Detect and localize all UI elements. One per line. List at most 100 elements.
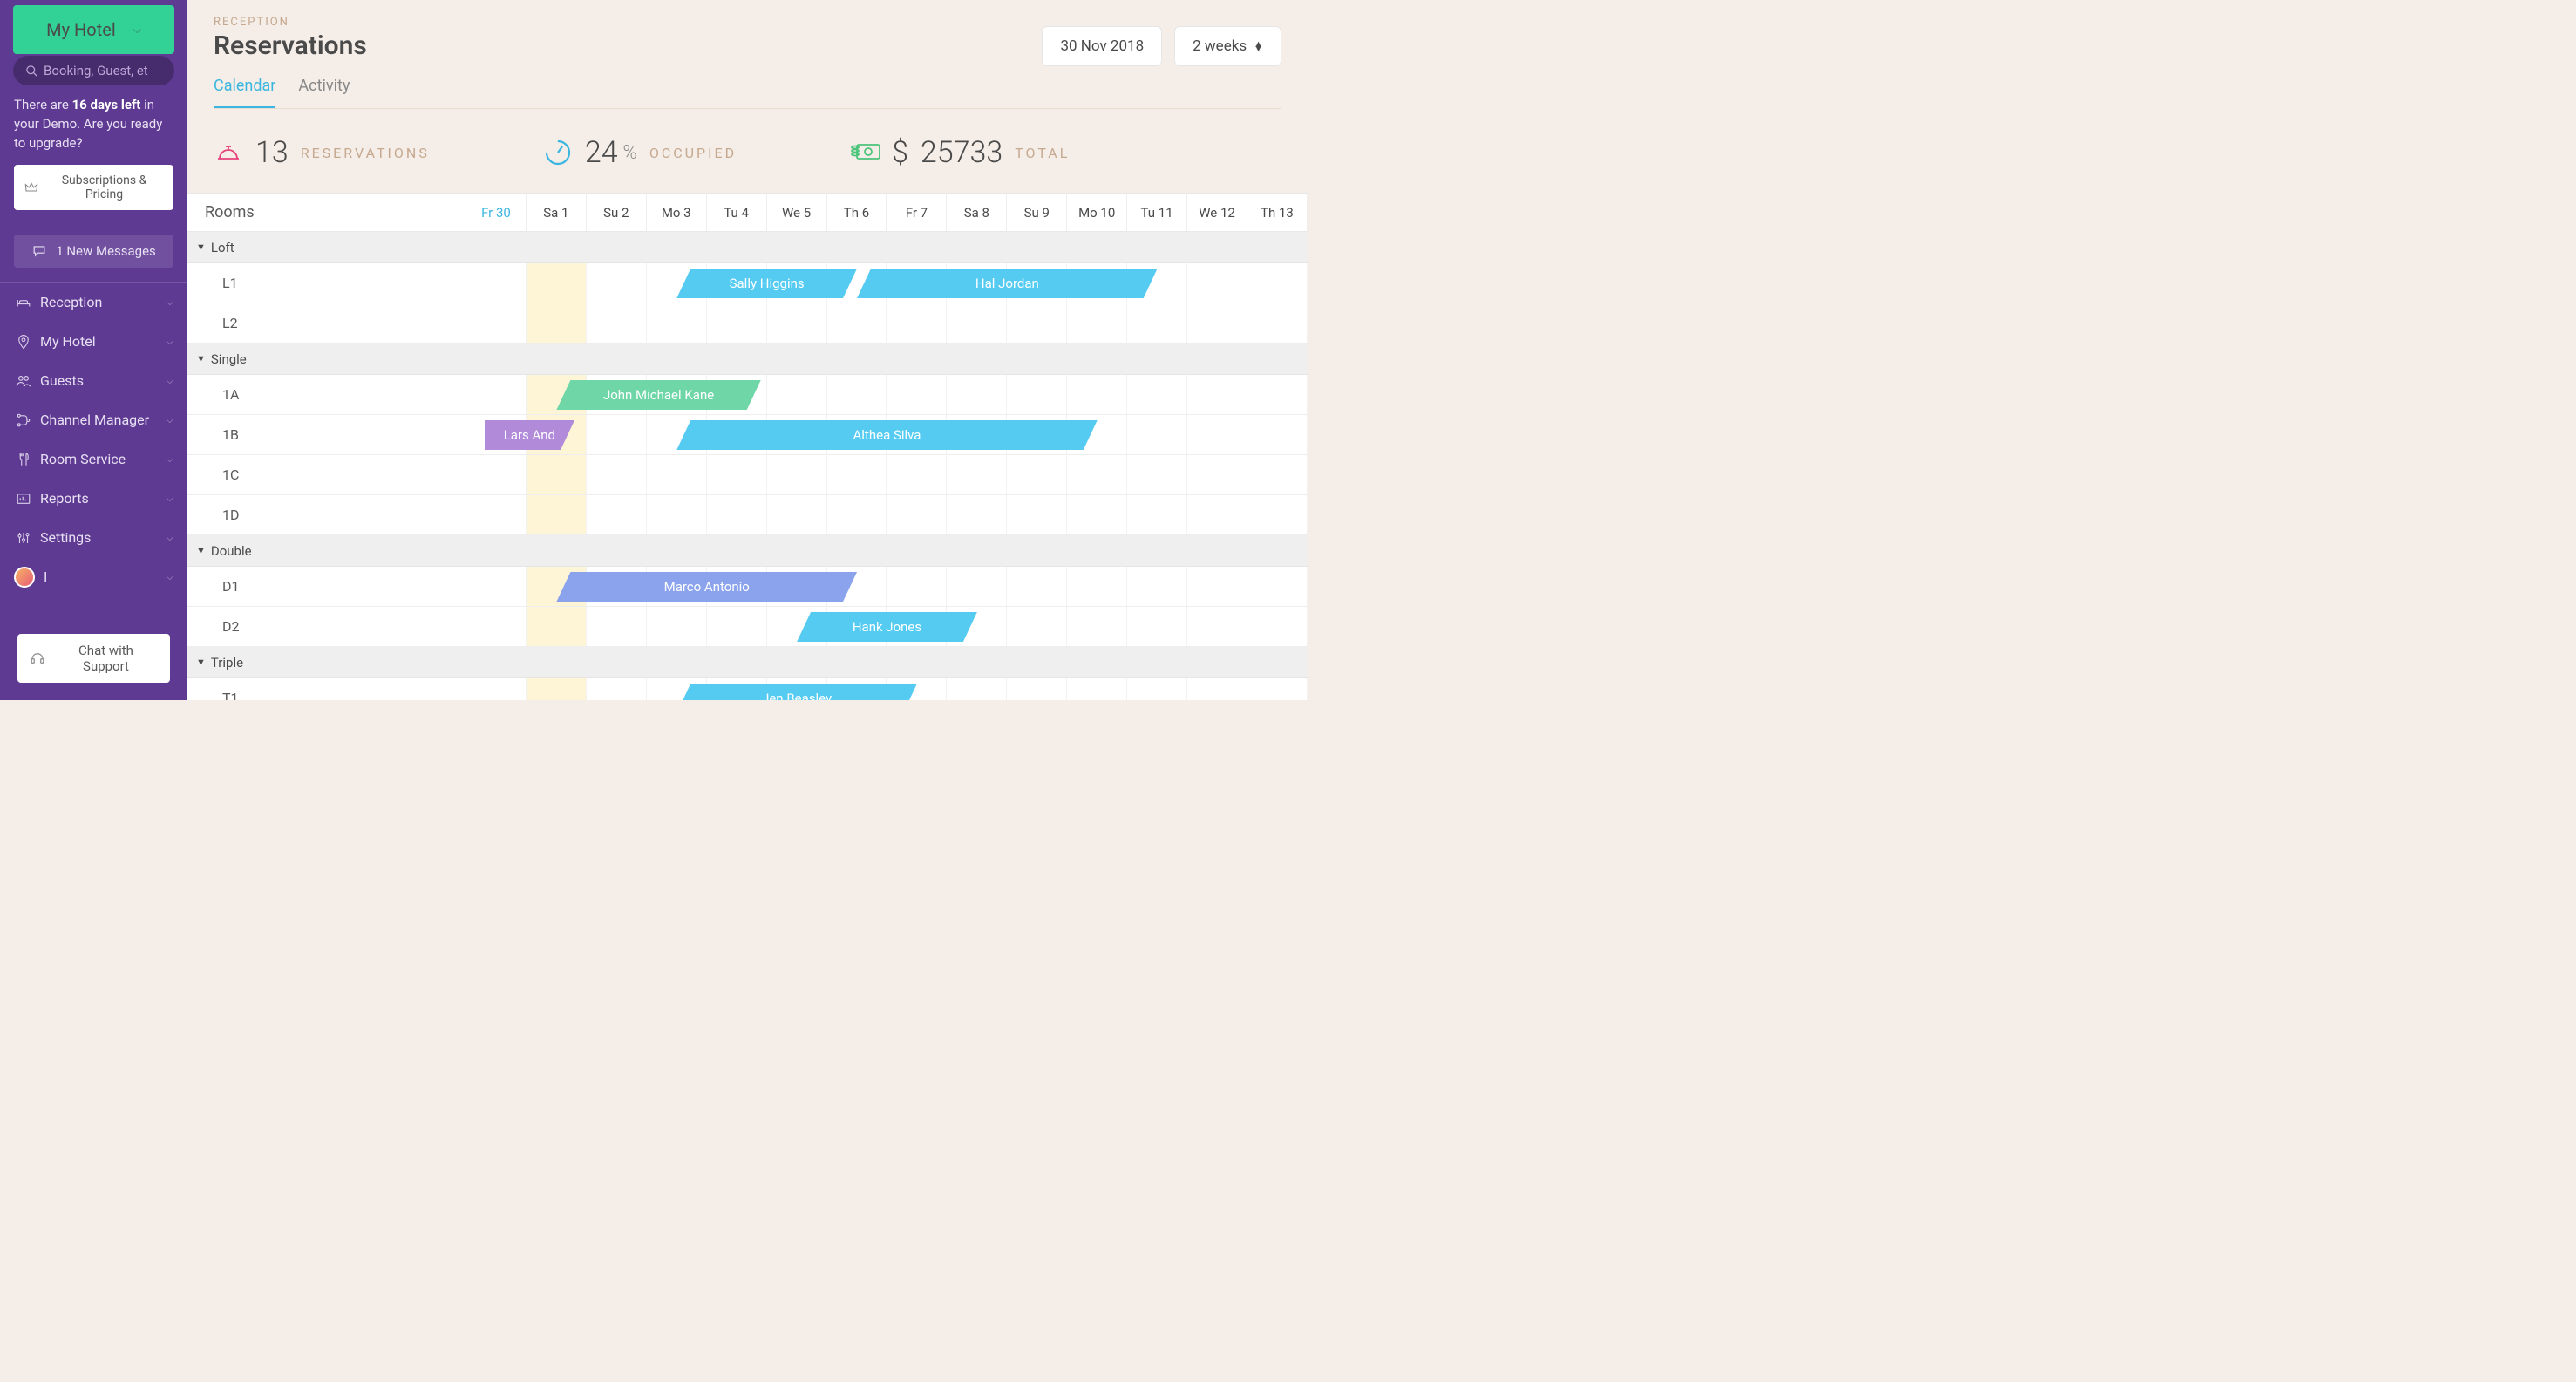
support-button[interactable]: Chat with Support [17,634,170,683]
day-header[interactable]: We 12 [1187,194,1247,231]
calendar-cell[interactable] [647,455,707,494]
calendar-cell[interactable] [1187,263,1247,303]
calendar-cell[interactable] [1247,567,1308,606]
calendar-cell[interactable] [1127,303,1187,343]
calendar-cell[interactable] [647,303,707,343]
calendar-cell[interactable] [947,495,1007,534]
hotel-switcher[interactable]: My Hotel ⌵ [13,5,174,54]
calendar-cell[interactable] [587,607,647,646]
calendar-cell[interactable] [1007,567,1067,606]
booking-bar[interactable]: John Michael Kane [556,380,760,410]
calendar-cell[interactable] [1127,455,1187,494]
calendar-cell[interactable] [1247,303,1308,343]
day-header[interactable]: Th 6 [827,194,887,231]
calendar-cell[interactable] [707,495,767,534]
room-group-row[interactable]: ▼Triple [187,647,1308,678]
date-picker[interactable]: 30 Nov 2018 [1042,26,1162,66]
calendar-cell[interactable] [587,263,647,303]
calendar-cell[interactable] [887,375,947,414]
calendar-cell[interactable] [1067,607,1127,646]
calendar-cell[interactable] [887,495,947,534]
subscriptions-button[interactable]: Subscriptions & Pricing [14,165,173,210]
calendar-cell[interactable] [1247,607,1308,646]
calendar-cell[interactable] [1127,678,1187,700]
day-header[interactable]: Mo 3 [647,194,707,231]
calendar-cell[interactable] [1007,375,1067,414]
calendar-cell[interactable] [587,303,647,343]
calendar-cell[interactable] [466,567,527,606]
day-header[interactable]: Tu 4 [707,194,767,231]
messages-button[interactable]: 1 New Messages [14,235,173,268]
calendar-cell[interactable] [527,607,587,646]
calendar-cell[interactable] [767,495,827,534]
calendar-cell[interactable] [767,375,827,414]
calendar-cell[interactable] [1187,415,1247,454]
nav-item-reports[interactable]: Reports⌵ [0,479,187,518]
calendar-cell[interactable] [1247,263,1308,303]
calendar-cell[interactable] [466,375,527,414]
calendar-cell[interactable] [1007,678,1067,700]
calendar-cell[interactable] [887,567,947,606]
booking-bar[interactable]: Hal Jordan [857,269,1158,298]
day-header[interactable]: Su 2 [587,194,647,231]
calendar-cell[interactable] [1247,678,1308,700]
calendar-cell[interactable] [887,303,947,343]
calendar-cell[interactable] [587,415,647,454]
calendar-cell[interactable] [1247,375,1308,414]
calendar-cell[interactable] [707,455,767,494]
room-group-row[interactable]: ▼Double [187,535,1308,567]
calendar-cell[interactable] [707,607,767,646]
calendar-cell[interactable] [527,455,587,494]
calendar-cell[interactable] [466,495,527,534]
calendar-cell[interactable] [587,495,647,534]
booking-bar[interactable]: Jen Beasley [676,684,917,700]
calendar-cell[interactable] [1187,495,1247,534]
user-menu[interactable]: I ⌵ [0,557,187,596]
day-header[interactable]: Fr 30 [466,194,527,231]
nav-item-guests[interactable]: Guests⌵ [0,361,187,400]
calendar-cell[interactable] [1127,567,1187,606]
calendar-cell[interactable] [827,303,887,343]
calendar-cell[interactable] [1247,415,1308,454]
calendar-cell[interactable] [1247,455,1308,494]
day-header[interactable]: Th 13 [1247,194,1308,231]
calendar-cell[interactable] [466,607,527,646]
nav-item-settings[interactable]: Settings⌵ [0,518,187,557]
calendar-cell[interactable] [1067,495,1127,534]
calendar-cell[interactable] [466,303,527,343]
calendar-cell[interactable] [1127,375,1187,414]
calendar-cell[interactable] [827,375,887,414]
calendar-cell[interactable] [1007,303,1067,343]
range-picker[interactable]: 2 weeks ▲▼ [1174,26,1281,66]
calendar-cell[interactable] [767,303,827,343]
calendar-cell[interactable] [587,455,647,494]
calendar-cell[interactable] [947,567,1007,606]
day-header[interactable]: Tu 11 [1127,194,1187,231]
day-header[interactable]: Sa 1 [527,194,587,231]
tab-activity[interactable]: Activity [298,77,350,108]
calendar-cell[interactable] [527,495,587,534]
booking-bar[interactable]: Althea Silva [676,420,1098,450]
booking-bar[interactable]: Sally Higgins [676,269,857,298]
booking-bar[interactable]: Lars And [485,420,574,450]
calendar-cell[interactable] [527,678,587,700]
calendar-cell[interactable] [1187,303,1247,343]
nav-item-room-service[interactable]: Room Service⌵ [0,439,187,479]
calendar-cell[interactable] [1187,607,1247,646]
calendar-cell[interactable] [527,303,587,343]
nav-item-channel-manager[interactable]: Channel Manager⌵ [0,400,187,439]
calendar-cell[interactable] [947,678,1007,700]
calendar-cell[interactable] [527,263,587,303]
calendar-cell[interactable] [1007,455,1067,494]
calendar-cell[interactable] [1127,415,1187,454]
calendar-cell[interactable] [1067,375,1127,414]
calendar-cell[interactable] [1187,375,1247,414]
booking-bar[interactable]: Marco Antonio [556,572,857,602]
calendar-cell[interactable] [887,455,947,494]
day-header[interactable]: Fr 7 [887,194,947,231]
calendar-cell[interactable] [1067,303,1127,343]
booking-bar[interactable]: Hank Jones [797,612,977,642]
calendar-cell[interactable] [1187,678,1247,700]
calendar-cell[interactable] [1127,607,1187,646]
calendar-cell[interactable] [1067,678,1127,700]
